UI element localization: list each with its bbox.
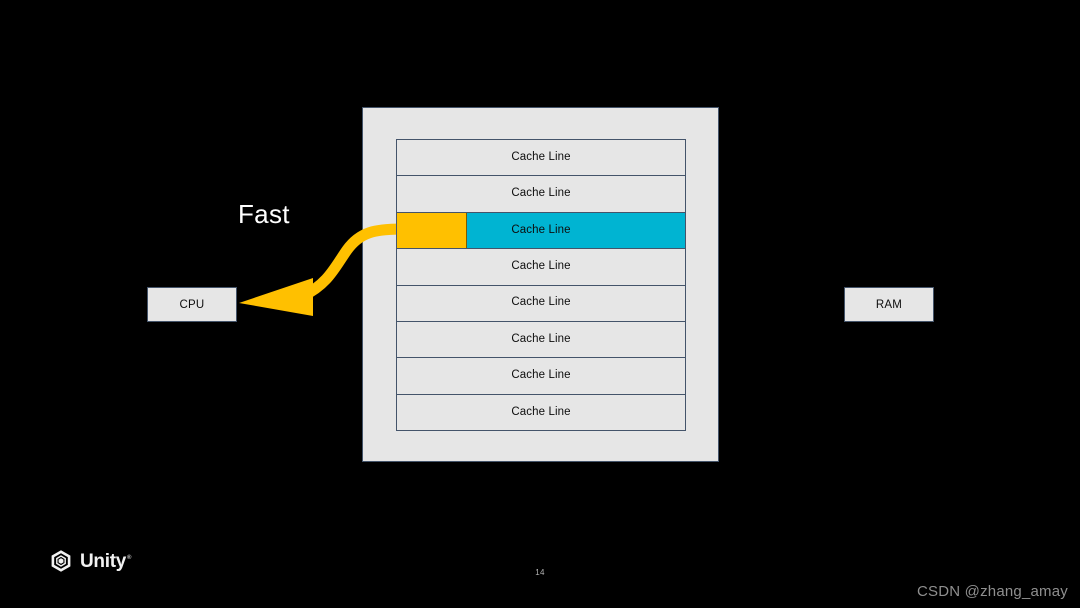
cache-line-row[interactable]: Cache Line (396, 175, 686, 213)
cache-line-label: Cache Line (511, 223, 571, 236)
cache-line-row[interactable]: Cache Line (396, 248, 686, 286)
watermark: CSDN @zhang_amay (917, 583, 1068, 600)
cache-line-label: Cache Line (511, 405, 571, 418)
cache-line-data-chunk (397, 212, 467, 249)
cpu-label: CPU (179, 298, 205, 311)
cache-line-label: Cache Line (511, 332, 571, 345)
ram-box[interactable]: RAM (844, 287, 934, 322)
ram-label: RAM (875, 298, 903, 311)
cache-line-list: Cache Line Cache Line Cache Line Cache L… (396, 139, 686, 431)
cache-line-row[interactable]: Cache Line (396, 284, 686, 322)
cache-line-row[interactable]: Cache Line (396, 320, 686, 359)
slide-number: 14 (535, 568, 545, 577)
cache-line-label: Cache Line (511, 369, 571, 382)
cache-line-label: Cache Line (511, 296, 571, 309)
slide-canvas: Cache Line Cache Line Cache Line Cache L… (0, 0, 1080, 608)
cpu-box[interactable]: CPU (147, 287, 237, 322)
cache-line-label: Cache Line (511, 260, 571, 273)
cache-line-label: Cache Line (511, 150, 571, 163)
cache-line-label: Cache Line (511, 187, 571, 200)
cache-line-row[interactable]: Cache Line (396, 357, 686, 395)
cache-line-row[interactable]: Cache Line (396, 139, 686, 177)
fast-label: Fast (238, 199, 290, 229)
cache-line-row-highlighted[interactable]: Cache Line (396, 211, 686, 250)
unity-trademark: ® (127, 555, 132, 562)
cache-line-row[interactable]: Cache Line (396, 393, 686, 431)
